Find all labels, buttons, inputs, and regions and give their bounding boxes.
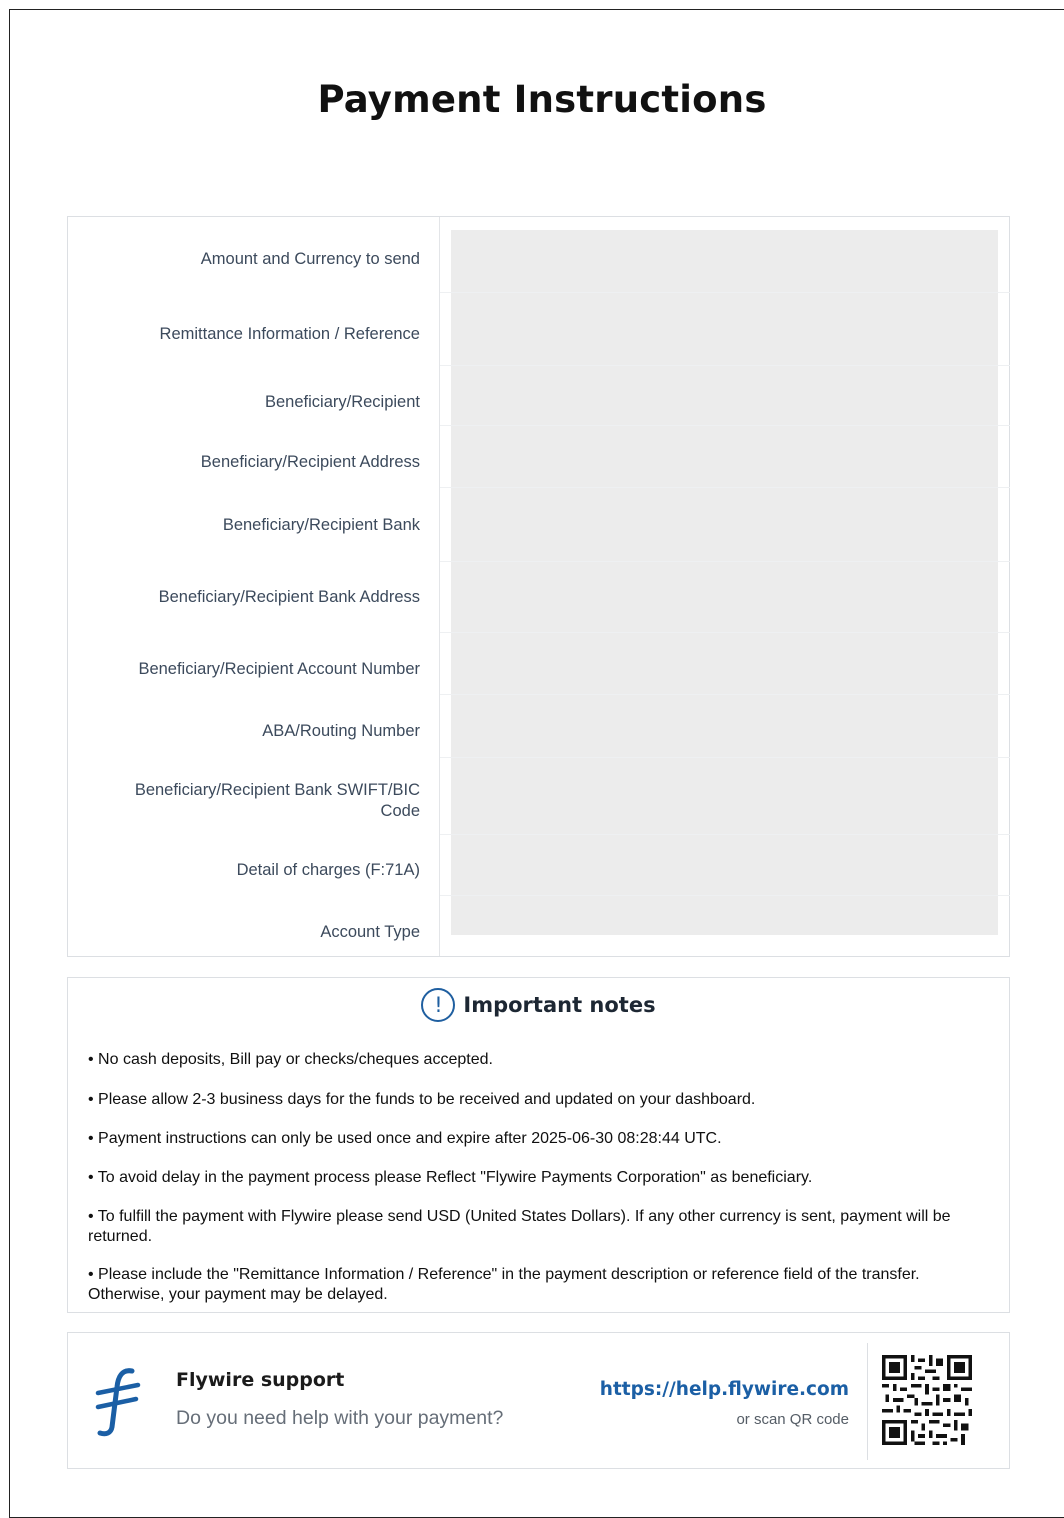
label-beneficiary: Beneficiary/Recipient bbox=[265, 393, 420, 411]
row-separator bbox=[440, 292, 1010, 293]
label-aba-routing: ABA/Routing Number bbox=[262, 722, 420, 740]
row-separator bbox=[440, 365, 1010, 366]
row-separator bbox=[440, 757, 1010, 758]
row-separator bbox=[440, 632, 1010, 633]
label-detail-of-charges: Detail of charges (F:71A) bbox=[236, 861, 420, 879]
label-beneficiary-bank: Beneficiary/Recipient Bank bbox=[222, 516, 420, 534]
flywire-logo-icon bbox=[92, 1365, 148, 1437]
row-separator bbox=[440, 425, 1010, 426]
flywire-support-panel: Flywire support Do you need help with yo… bbox=[67, 1332, 1010, 1469]
note-item: • Payment instructions can only be used … bbox=[88, 1130, 722, 1147]
row-separator bbox=[440, 895, 1010, 896]
page-title: Payment Instructions bbox=[317, 78, 767, 121]
note-item: • Please include the "Remittance Informa… bbox=[88, 1266, 920, 1303]
redacted-values-area bbox=[451, 230, 998, 935]
label-beneficiary-address: Beneficiary/Recipient Address bbox=[200, 453, 420, 471]
note-item: • No cash deposits, Bill pay or checks/c… bbox=[88, 1051, 493, 1068]
payment-details-table: Amount and Currency to send Remittance I… bbox=[67, 216, 1010, 957]
notes-title: Important notes bbox=[463, 993, 656, 1017]
row-separator bbox=[440, 561, 1010, 562]
help-link[interactable]: https://help.flywire.com bbox=[600, 1379, 849, 1400]
label-amount-currency: Amount and Currency to send bbox=[200, 250, 420, 268]
row-separator bbox=[440, 487, 1010, 488]
qr-divider bbox=[867, 1343, 868, 1460]
scan-qr-text: or scan QR code bbox=[736, 1411, 849, 1428]
support-subtitle: Do you need help with your payment? bbox=[176, 1407, 504, 1429]
note-item: • To fulfill the payment with Flywire pl… bbox=[88, 1208, 951, 1245]
qr-code-icon[interactable] bbox=[882, 1355, 972, 1445]
alert-circle-icon: ! bbox=[421, 988, 456, 1022]
important-notes-panel: ! Important notes • No cash deposits, Bil… bbox=[67, 977, 1010, 1313]
row-separator bbox=[440, 694, 1010, 695]
support-title: Flywire support bbox=[176, 1369, 345, 1391]
notes-header: ! Important notes bbox=[68, 988, 1009, 1028]
label-account-number: Beneficiary/Recipient Account Number bbox=[138, 660, 420, 678]
note-item: • To avoid delay in the payment process … bbox=[88, 1169, 813, 1186]
label-swift-bic: Beneficiary/Recipient Bank SWIFT/BIC Cod… bbox=[134, 781, 420, 820]
column-divider bbox=[439, 217, 440, 956]
label-remittance-reference: Remittance Information / Reference bbox=[159, 325, 420, 343]
note-item: • Please allow 2-3 business days for the… bbox=[88, 1091, 756, 1108]
row-separator bbox=[440, 834, 1010, 835]
label-account-type: Account Type bbox=[320, 923, 420, 941]
label-beneficiary-bank-address: Beneficiary/Recipient Bank Address bbox=[158, 588, 420, 606]
